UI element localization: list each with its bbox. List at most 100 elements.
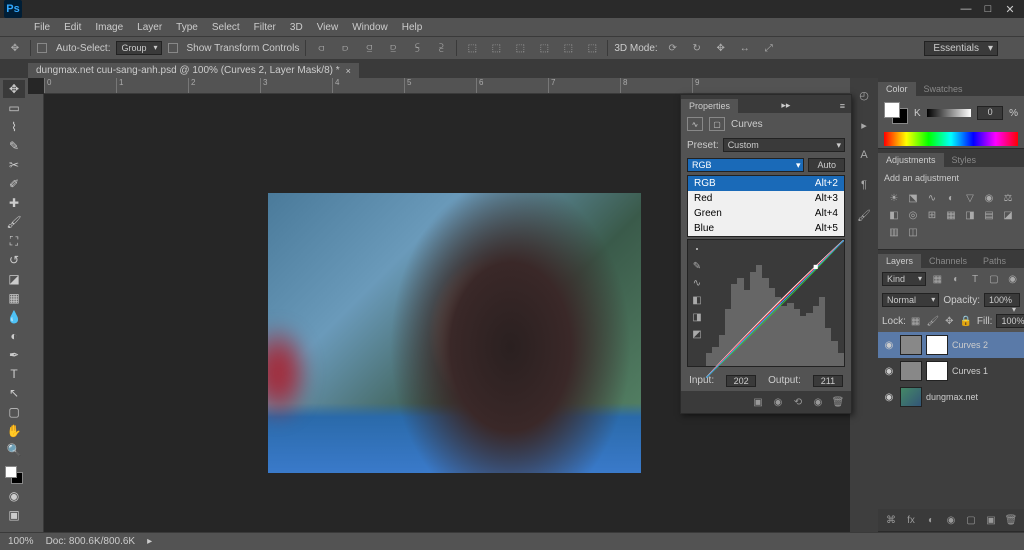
menu-window[interactable]: Window [346,22,394,33]
layer-name[interactable]: Curves 2 [952,340,988,350]
adj-gradient-map-icon[interactable]: ▥ [886,225,902,239]
menu-file[interactable]: File [28,22,56,33]
menu-type[interactable]: Type [170,22,204,33]
adj-levels-icon[interactable]: ⬔ [905,191,921,205]
properties-panel[interactable]: Properties ▸▸ ≡ ∿ ▢ Curves Preset: Custo… [680,94,852,414]
curve-draw-tool-icon[interactable]: ✎ [693,261,701,272]
lasso-tool[interactable]: ⌇ [3,118,25,136]
type-tool[interactable]: T [3,365,25,383]
quick-select-tool[interactable]: ✎ [3,137,25,155]
adj-brightness-icon[interactable]: ☀ [886,191,902,205]
filter-adj-icon[interactable]: ◐ [949,271,964,287]
new-layer-icon[interactable]: ▣ [984,513,998,527]
styles-tab[interactable]: Styles [944,153,985,167]
adj-selective-color-icon[interactable]: ◫ [905,225,921,239]
menu-edit[interactable]: Edit [58,22,87,33]
3d-pan-icon[interactable]: ✥ [712,40,730,56]
reset-icon[interactable]: ⟲ [791,395,805,409]
adjustments-tab[interactable]: Adjustments [878,153,944,167]
adj-channel-mixer-icon[interactable]: ⊞ [924,208,940,222]
shape-tool[interactable]: ▢ [3,403,25,421]
mask-thumb[interactable] [926,335,948,355]
align-center-v-icon[interactable]: ⫓ [408,40,426,56]
zoom-tool[interactable]: 🔍 [3,441,25,459]
brush-tool[interactable]: 🖌 [3,213,25,231]
doc-size[interactable]: Doc: 800.6K/800.6K [46,536,136,547]
layer-row[interactable]: ◉ Curves 2 [878,332,1024,358]
new-fill-adj-icon[interactable]: ◉ [944,513,958,527]
color-tab[interactable]: Color [878,82,916,96]
color-picker[interactable] [3,464,25,486]
adj-invert-icon[interactable]: ◨ [962,208,978,222]
menu-image[interactable]: Image [89,22,129,33]
delete-layer-icon[interactable]: 🗑 [1004,513,1018,527]
document-image[interactable] [268,193,641,473]
stamp-tool[interactable]: ⛶ [3,232,25,250]
lock-position-icon[interactable]: ✥ [944,313,954,329]
image-thumb[interactable] [900,387,922,407]
history-panel-icon[interactable]: ◴ [855,86,873,104]
layer-filter-kind[interactable]: Kind [882,272,926,286]
distribute-3-icon[interactable]: ⬚ [511,40,529,56]
path-select-tool[interactable]: ↖ [3,384,25,402]
document-tab[interactable]: dungmax.net cuu-sang-anh.psd @ 100% (Cur… [28,63,359,78]
link-layers-icon[interactable]: ⌘ [884,513,898,527]
crop-tool[interactable]: ✂ [3,156,25,174]
properties-tab[interactable]: Properties [681,99,738,113]
layer-mask-icon[interactable]: ◐ [924,513,938,527]
filter-pixel-icon[interactable]: ▦ [930,271,945,287]
adj-vibrance-icon[interactable]: ▽ [962,191,978,205]
toggle-visibility-icon[interactable]: ◉ [811,395,825,409]
adj-photo-filter-icon[interactable]: ◎ [905,208,921,222]
align-bottom-icon[interactable]: ⫔ [432,40,450,56]
menu-select[interactable]: Select [206,22,246,33]
distribute-1-icon[interactable]: ⬚ [463,40,481,56]
align-top-icon[interactable]: ⫒ [384,40,402,56]
channel-option-red[interactable]: RedAlt+3 [688,191,844,206]
ruler-horizontal[interactable]: 0123456789 [44,78,850,94]
gradient-tool[interactable]: ▦ [3,289,25,307]
mask-mode-icon[interactable]: ▢ [709,117,725,131]
curves-graph[interactable] [706,240,844,366]
adj-threshold-icon[interactable]: ◪ [1000,208,1016,222]
layer-row[interactable]: ◉ Curves 1 [878,358,1024,384]
visibility-toggle[interactable]: ◉ [882,390,896,404]
adj-bw-icon[interactable]: ◧ [886,208,902,222]
layer-row[interactable]: ◉ dungmax.net [878,384,1024,410]
layers-tab[interactable]: Layers [878,254,921,268]
adj-thumb[interactable] [900,335,922,355]
mask-thumb[interactable] [926,361,948,381]
pen-tool[interactable]: ✒ [3,346,25,364]
curve-point-tool-icon[interactable]: ⬝ [696,244,699,255]
quick-mask-toggle[interactable]: ◉ [3,487,25,505]
color-swatch[interactable] [884,102,908,124]
maximize-button[interactable]: □ [982,3,994,16]
adj-curves-icon[interactable]: ∿ [924,191,940,205]
align-center-h-icon[interactable]: ⫐ [336,40,354,56]
zoom-level[interactable]: 100% [8,536,34,547]
distribute-2-icon[interactable]: ⬚ [487,40,505,56]
blend-mode-select[interactable]: Normal [882,293,939,307]
character-panel-icon[interactable]: A [855,146,873,164]
move-tool-preset-icon[interactable]: ✥ [6,40,24,56]
new-group-icon[interactable]: ▢ [964,513,978,527]
eraser-tool[interactable]: ◪ [3,270,25,288]
channel-option-rgb[interactable]: RGBAlt+2 [688,176,844,191]
adj-hue-icon[interactable]: ◉ [981,191,997,205]
screen-mode-toggle[interactable]: ▣ [3,506,25,524]
distribute-6-icon[interactable]: ⬚ [583,40,601,56]
workspace-select[interactable]: Essentials [924,41,998,56]
menu-help[interactable]: Help [396,22,429,33]
3d-slide-icon[interactable]: ↔ [736,40,754,56]
visibility-toggle[interactable]: ◉ [882,364,896,378]
ruler-vertical[interactable] [28,94,44,532]
menu-3d[interactable]: 3D [284,22,309,33]
close-tab-icon[interactable]: × [346,66,351,76]
move-tool[interactable]: ✥ [3,80,25,98]
filter-shape-icon[interactable]: ▢ [986,271,1001,287]
auto-select-target[interactable]: Group [116,41,161,55]
hand-tool[interactable]: ✋ [3,422,25,440]
auto-select-checkbox[interactable] [37,43,47,53]
channel-option-green[interactable]: GreenAlt+4 [688,206,844,221]
preset-select[interactable]: Custom [723,138,845,152]
